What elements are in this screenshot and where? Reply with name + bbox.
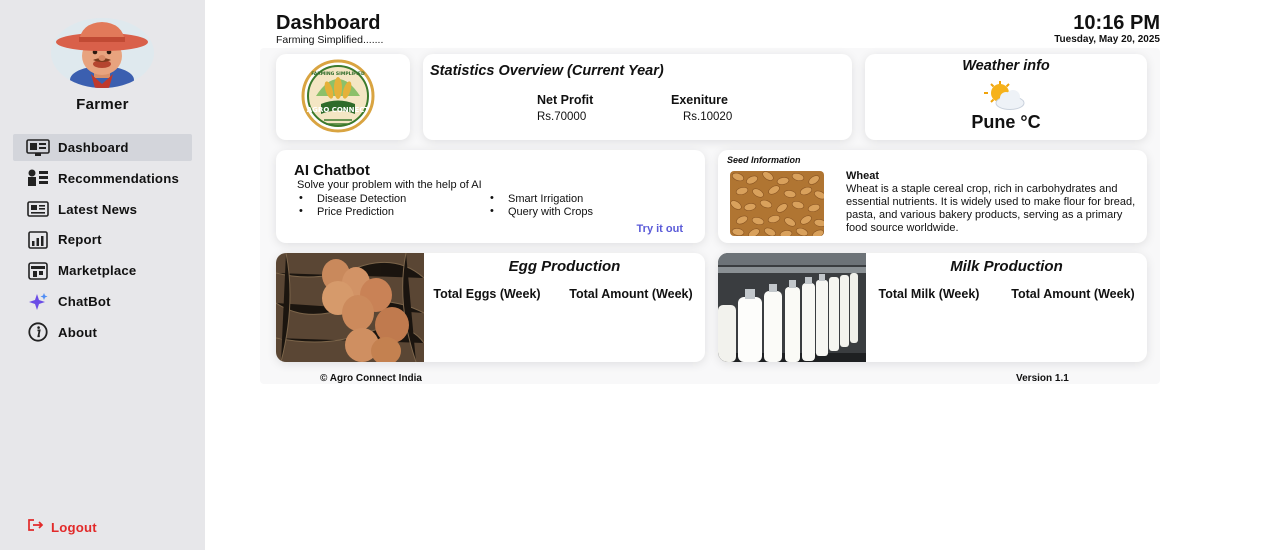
sidebar-item-label: Recommendations	[58, 170, 179, 186]
list-item: Disease Detection	[297, 192, 406, 206]
try-it-out-link[interactable]: Try it out	[637, 223, 683, 235]
chatbot-title: AI Chatbot	[294, 162, 370, 179]
sidebar: Farmer Dashboard Recommendations Latest …	[0, 0, 205, 550]
sidebar-item-about[interactable]: About	[13, 319, 192, 346]
statistics-title: Statistics Overview (Current Year)	[430, 63, 664, 79]
logo-top-text: FARMING SIMPLIFIED	[311, 71, 365, 77]
marketplace-icon	[25, 261, 50, 281]
ai-chatbot-card: AI Chatbot Solve your problem with the h…	[276, 150, 705, 243]
seed-name: Wheat	[846, 170, 879, 182]
page-subtitle: Farming Simplified.......	[276, 34, 384, 46]
chatbot-feature-list: Disease Detection Price Prediction	[297, 192, 406, 219]
seed-information-card: Seed Information Wheat Wheat is a staple…	[718, 150, 1147, 243]
partly-cloudy-icon	[980, 79, 1032, 116]
net-profit-label: Net Profit	[537, 93, 594, 107]
version-text: Version 1.1	[1016, 373, 1069, 384]
list-item: Price Prediction	[297, 205, 406, 219]
sidebar-item-marketplace[interactable]: Marketplace	[13, 257, 192, 284]
agro-connect-logo: AGRO CONNECT FARMING SIMPLIFIED	[301, 59, 375, 133]
seed-info-header: Seed Information	[727, 155, 801, 165]
egg-total-amount-label: Total Amount (Week)	[569, 287, 693, 301]
page-title: Dashboard	[276, 12, 381, 34]
farmer-avatar	[51, 18, 154, 88]
sidebar-item-label: ChatBot	[58, 293, 111, 309]
chatbot-feature-list: Smart Irrigation Query with Crops	[488, 192, 593, 219]
copyright-text: © Agro Connect India	[320, 373, 422, 384]
eggs-image	[276, 253, 425, 362]
chatbot-subtitle: Solve your problem with the help of AI	[297, 179, 482, 191]
total-milk-label: Total Milk (Week)	[878, 287, 980, 301]
milk-total-amount-label: Total Amount (Week)	[1011, 287, 1135, 301]
list-item: Smart Irrigation	[488, 192, 593, 206]
info-icon	[25, 322, 50, 342]
list-item: Query with Crops	[488, 205, 593, 219]
milk-production-card: Milk Production Total Milk (Week) Total …	[718, 253, 1147, 362]
sidebar-item-dashboard[interactable]: Dashboard	[13, 134, 192, 161]
egg-production-card: Egg Production Total Eggs (Week) Total A…	[276, 253, 705, 362]
sidebar-item-report[interactable]: Report	[13, 226, 192, 253]
net-profit-value: Rs.70000	[537, 111, 587, 123]
logout-label: Logout	[51, 520, 97, 535]
sidebar-item-label: Dashboard	[58, 140, 129, 155]
clock-time: 10:16 PM	[1073, 12, 1160, 34]
sidebar-item-recommendations[interactable]: Recommendations	[13, 165, 192, 192]
sidebar-nav: Dashboard Recommendations Latest News Re…	[13, 134, 192, 350]
weather-title: Weather info	[962, 58, 1050, 74]
weather-city: Pune °C	[971, 112, 1041, 132]
clock-date: Tuesday, May 20, 2025	[1054, 34, 1160, 45]
seed-description: Wheat is a staple cereal crop, rich in c…	[846, 183, 1136, 234]
expenditure-value: Rs.10020	[683, 111, 733, 123]
weather-card: Weather info Pune °C	[865, 54, 1147, 140]
milk-production-title: Milk Production	[950, 258, 1063, 275]
statistics-card: Statistics Overview (Current Year) Net P…	[423, 54, 852, 140]
user-name: Farmer	[76, 96, 129, 113]
logo-banner-text: AGRO CONNECT	[307, 106, 370, 114]
logo-card: AGRO CONNECT FARMING SIMPLIFIED	[276, 54, 410, 140]
recommendations-icon	[25, 168, 50, 188]
sidebar-item-chatbot[interactable]: ChatBot	[13, 288, 192, 315]
egg-production-title: Egg Production	[508, 258, 621, 275]
logout-icon	[27, 518, 45, 537]
news-icon	[25, 199, 50, 219]
sidebar-item-label: About	[58, 324, 98, 340]
expenditure-label: Exeniture	[671, 93, 728, 107]
wheat-grain-image	[730, 171, 824, 236]
sidebar-item-label: Marketplace	[58, 263, 137, 279]
sidebar-item-label: Latest News	[58, 201, 138, 217]
sidebar-item-label: Report	[58, 232, 102, 248]
report-icon	[25, 230, 50, 250]
sparkle-icon	[25, 291, 50, 311]
dashboard-icon	[25, 138, 50, 158]
logout-button[interactable]: Logout	[27, 518, 97, 537]
sidebar-item-latest-news[interactable]: Latest News	[13, 196, 192, 223]
total-eggs-label: Total Eggs (Week)	[433, 287, 541, 301]
milk-bottles-image	[718, 253, 866, 362]
